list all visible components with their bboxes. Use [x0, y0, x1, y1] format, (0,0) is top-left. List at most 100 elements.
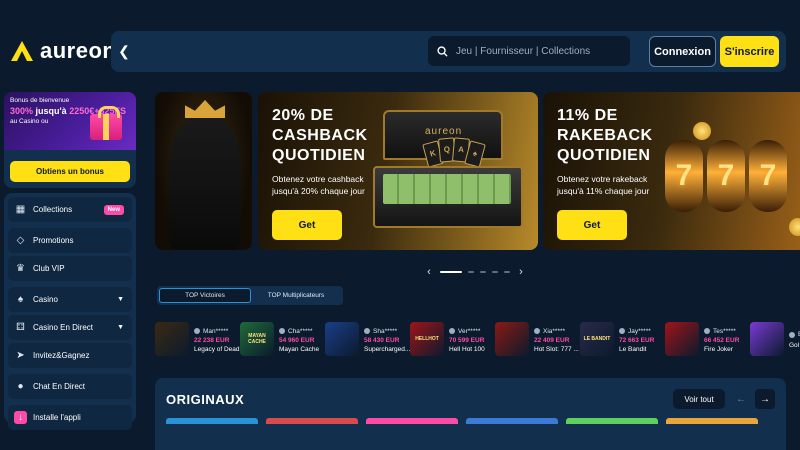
promo-banner-partial[interactable] [155, 92, 252, 250]
game-thumbnail[interactable]: MAYAN CACHE [240, 322, 274, 356]
banner-description: Obtenez votre cashback jusqu'à 20% chaqu… [272, 174, 365, 196]
sidebar-item-casino[interactable]: ♠ Casino ▼ [8, 287, 132, 312]
signup-button[interactable]: S'inscrire [720, 36, 779, 67]
win-item[interactable]: Xia***** 22 409 EUR Hot Slot: 777 ... [495, 322, 582, 358]
win-amount: 54 960 EUR [279, 336, 315, 344]
megaphone-icon: ➤ [16, 350, 25, 361]
login-button[interactable]: Connexion [649, 36, 716, 67]
get-rakeback-button[interactable]: Get [557, 210, 627, 240]
chevron-left-icon[interactable]: ❮ [115, 42, 133, 60]
carousel-dot[interactable] [440, 271, 462, 273]
welcome-bonus-card: Bonus de bienvenue 300% jusqu'à 2250€+32… [4, 92, 136, 188]
win-item[interactable]: Sha***** 58 430 EUR Supercharged... [325, 322, 412, 358]
get-cashback-button[interactable]: Get [272, 210, 342, 240]
coin-icon [789, 218, 800, 236]
user-icon [619, 328, 625, 334]
new-badge: New [103, 204, 124, 215]
win-username: Ver***** [458, 327, 481, 335]
promo-banner-rakeback[interactable]: 7 7 7 11% DE RAKEBACK QUOTIDIEN Obtenez … [543, 92, 800, 250]
original-game-card[interactable] [566, 418, 658, 424]
sidebar-item-live-casino[interactable]: ⚃ Casino En Direct ▼ [8, 315, 132, 340]
sidebar-item-invite[interactable]: ➤ Invitez&Gagnez [8, 343, 132, 368]
crown-icon: ♛ [16, 263, 25, 274]
win-game-name[interactable]: Le Bandit [619, 346, 667, 353]
carousel-prev-icon[interactable]: ‹ [424, 266, 434, 278]
user-icon [194, 328, 200, 334]
bonus-banner: Bonus de bienvenue 300% jusqu'à 2250€+32… [4, 92, 136, 150]
carousel-dot[interactable] [480, 271, 486, 273]
sidebar-item-promotions[interactable]: ◇ Promotions [8, 228, 132, 253]
win-user: Tes***** [704, 328, 752, 335]
sidebar-item-label: Installe l'appli [33, 413, 81, 422]
win-item[interactable]: Bel***** Gol [750, 322, 800, 358]
crown-icon [185, 100, 225, 118]
win-game-name[interactable]: Legacy of Dead [194, 346, 242, 353]
bonus-heading: Bonus de bienvenue [10, 97, 70, 104]
game-thumbnail[interactable]: HELLHOT [410, 322, 444, 356]
user-icon [704, 328, 710, 334]
sidebar-item-label: Casino [33, 295, 58, 304]
search-box[interactable] [428, 36, 630, 66]
win-item[interactable]: MAYAN CACHE Cha***** 54 960 EUR Mayan Cache [240, 322, 327, 358]
win-item[interactable]: Tes***** 66 452 EUR Fire Joker [665, 322, 752, 358]
arrow-right-icon[interactable]: → [755, 389, 775, 409]
game-thumbnail[interactable]: LE BANDIT [580, 322, 614, 356]
search-input[interactable] [456, 45, 616, 57]
win-user: Cha***** [279, 328, 327, 335]
win-item[interactable]: LE BANDIT Jay***** 72 663 EUR Le Bandit [580, 322, 667, 358]
see-all-button[interactable]: Voir tout [673, 389, 725, 409]
arrow-left-icon[interactable]: ← [731, 389, 751, 409]
game-thumbnail[interactable] [665, 322, 699, 356]
game-thumbnail[interactable] [750, 322, 784, 356]
banner-description: Obtenez votre rakeback jusqu'à 11% chaqu… [557, 174, 650, 196]
sidebar-item-collections[interactable]: ▦ Collections New [8, 197, 132, 222]
promo-banner-cashback[interactable]: aureon K Q A ♠ 20% DE CASHBACK QUOTIDIEN… [258, 92, 538, 250]
win-username: Cha***** [288, 327, 313, 335]
spade-icon: ♠ [17, 294, 24, 305]
win-game-name[interactable]: Fire Joker [704, 346, 752, 353]
tab-top-wins[interactable]: TOP Victoires [159, 288, 251, 303]
game-thumbnail[interactable] [325, 322, 359, 356]
logo[interactable]: aureon [10, 38, 116, 64]
game-thumbnail[interactable] [495, 322, 529, 356]
sidebar-item-live-chat[interactable]: ● Chat En Direct [8, 374, 132, 399]
sidebar-item-vip[interactable]: ♛ Club VIP [8, 256, 132, 281]
game-thumbnail[interactable] [155, 322, 189, 356]
original-game-card[interactable] [366, 418, 458, 424]
carousel-dot[interactable] [468, 271, 474, 273]
caret-down-icon: ▼ [117, 296, 124, 303]
win-game-name[interactable]: Hell Hot 100 [449, 346, 497, 353]
win-game-name[interactable]: Hot Slot: 777 ... [534, 346, 582, 353]
win-game-name[interactable]: Supercharged... [364, 346, 412, 353]
chat-icon: ● [17, 381, 24, 392]
win-username: Jay***** [628, 327, 651, 335]
get-bonus-button[interactable]: Obtiens un bonus [10, 161, 130, 182]
carousel-dot[interactable] [504, 271, 510, 273]
carousel-next-icon[interactable]: › [516, 266, 526, 278]
logo-mark-icon [11, 41, 33, 61]
carousel-dot[interactable] [492, 271, 498, 273]
win-amount: 66 452 EUR [704, 336, 740, 344]
top-bar: ❮ Connexion S'inscrire [111, 31, 786, 72]
win-amount: 58 430 EUR [364, 336, 400, 344]
win-item[interactable]: HELLHOT Ver***** 70 599 EUR Hell Hot 100 [410, 322, 497, 358]
reel: 7 [749, 140, 787, 212]
win-game-name[interactable]: Gol [789, 342, 800, 349]
original-game-card[interactable] [666, 418, 758, 424]
original-game-card[interactable] [166, 418, 258, 424]
download-icon: ↓ [14, 411, 27, 424]
win-amount: 72 663 EUR [619, 336, 655, 344]
win-user: Bel***** [789, 331, 800, 338]
tab-top-multipliers[interactable]: TOP Multiplicateurs [251, 288, 341, 303]
original-game-card[interactable] [266, 418, 358, 424]
promo-carousel: aureon K Q A ♠ 20% DE CASHBACK QUOTIDIEN… [155, 92, 800, 250]
original-game-card[interactable] [466, 418, 558, 424]
win-game-name[interactable]: Mayan Cache [279, 346, 327, 353]
collections-icon: ▦ [15, 204, 26, 215]
banner-title: 11% DE RAKEBACK QUOTIDIEN [557, 107, 653, 164]
sidebar-item-install-app[interactable]: ↓ Installe l'appli [8, 405, 132, 430]
wins-tab-switch: TOP Victoires TOP Multiplicateurs [157, 286, 343, 305]
sidebar-item-label: Chat En Direct [33, 382, 86, 391]
win-item[interactable]: Man***** 22 238 EUR Legacy of Dead [155, 322, 242, 358]
caret-down-icon: ▼ [117, 324, 124, 331]
